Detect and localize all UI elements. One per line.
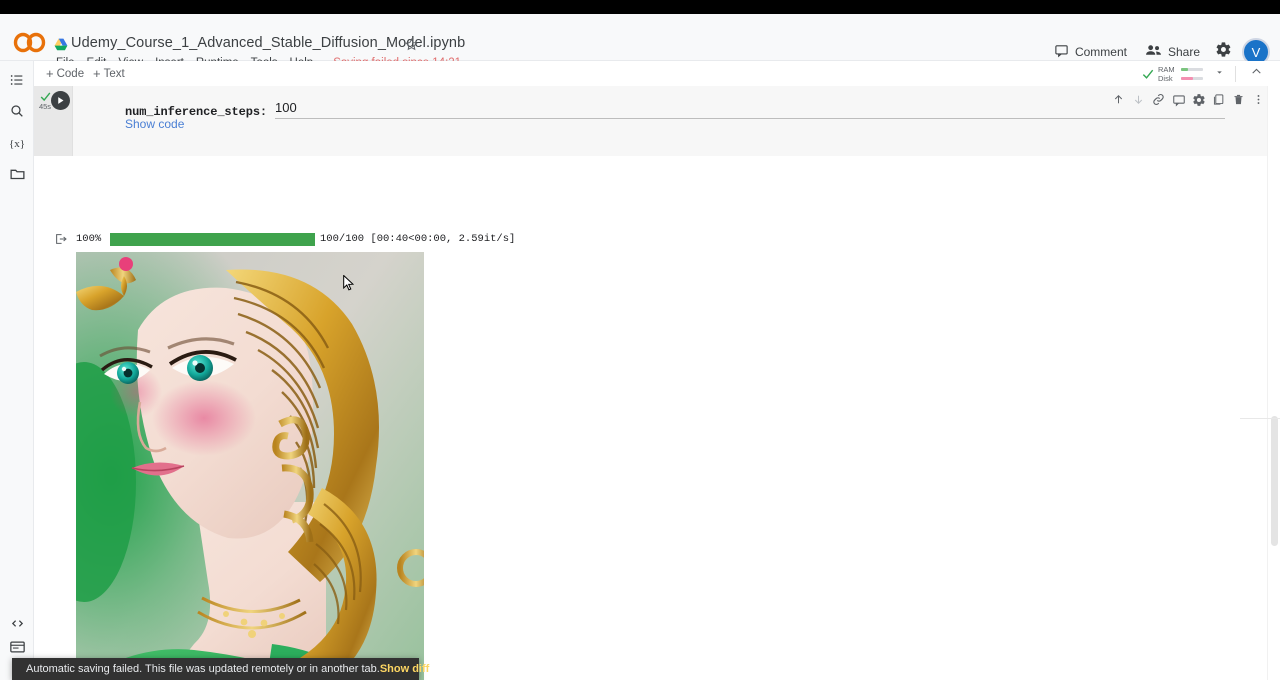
resource-gauges: RAM Disk bbox=[1158, 66, 1203, 83]
comment-label: Comment bbox=[1075, 45, 1127, 59]
drive-icon bbox=[54, 38, 68, 51]
terminal-icon bbox=[9, 640, 26, 659]
star-icon[interactable] bbox=[404, 37, 419, 52]
ram-gauge: RAM bbox=[1158, 66, 1203, 74]
generated-image bbox=[76, 252, 424, 680]
people-icon bbox=[1145, 43, 1162, 61]
app-header: Udemy_Course_1_Advanced_Stable_Diffusion… bbox=[0, 14, 1280, 61]
sidebar-item-terminal[interactable] bbox=[7, 639, 27, 659]
green-check-icon bbox=[1141, 67, 1155, 81]
sidebar-item-toc[interactable] bbox=[7, 72, 27, 92]
delete-cell-icon[interactable] bbox=[1229, 90, 1248, 109]
notebook-canvas: 45s num_inference_steps: Show code bbox=[34, 86, 1280, 680]
colab-logo[interactable] bbox=[12, 31, 48, 53]
sidebar-item-files[interactable] bbox=[7, 166, 27, 186]
run-cell-button[interactable] bbox=[51, 91, 70, 110]
variables-icon: {x} bbox=[9, 138, 25, 150]
left-sidebar: {x} bbox=[0, 61, 34, 680]
ram-label: RAM bbox=[1158, 66, 1176, 74]
list-icon bbox=[9, 72, 25, 93]
code-cell: 45s num_inference_steps: Show code bbox=[34, 86, 1280, 156]
play-icon bbox=[56, 92, 65, 110]
add-text-cell-button[interactable]: + Text bbox=[88, 65, 130, 82]
progress-percent: 100% bbox=[76, 233, 110, 245]
comment-icon[interactable] bbox=[1169, 90, 1188, 109]
add-code-label: Code bbox=[57, 68, 85, 80]
more-options-icon[interactable] bbox=[1249, 90, 1268, 109]
code-brackets-icon bbox=[9, 616, 26, 636]
save-failed-toast: Automatic saving failed. This file was u… bbox=[12, 658, 419, 680]
folder-icon bbox=[9, 165, 26, 187]
move-cell-down-icon[interactable] bbox=[1129, 90, 1148, 109]
output-arrow-icon bbox=[54, 232, 68, 246]
scroll-divider bbox=[1240, 418, 1280, 419]
execution-time: 45s bbox=[39, 102, 51, 111]
plus-icon: + bbox=[46, 67, 54, 80]
colab-app: Udemy_Course_1_Advanced_Stable_Diffusion… bbox=[0, 0, 1280, 680]
copy-icon[interactable] bbox=[1209, 90, 1228, 109]
browser-chrome-strip bbox=[0, 0, 1280, 14]
show-diff-button[interactable]: Show diff bbox=[380, 663, 430, 675]
disk-label: Disk bbox=[1158, 75, 1176, 83]
chevron-down-icon bbox=[1214, 65, 1225, 83]
toast-message: Automatic saving failed. This file was u… bbox=[26, 663, 380, 675]
cell-toolbar bbox=[1109, 90, 1268, 109]
move-cell-up-icon[interactable] bbox=[1109, 90, 1128, 109]
progress-bar-row: 100% 100/100 [00:40<00:00, 2.59it/s] bbox=[76, 232, 515, 246]
runtime-status-cluster[interactable]: RAM Disk bbox=[1141, 63, 1266, 85]
gear-icon bbox=[1215, 41, 1232, 63]
form-input-wrapper bbox=[275, 99, 1225, 119]
ram-bar bbox=[1181, 68, 1203, 71]
progress-bar bbox=[110, 233, 315, 246]
cell-gutter: 45s bbox=[34, 86, 72, 156]
add-text-label: Text bbox=[104, 68, 125, 80]
search-icon bbox=[9, 103, 25, 124]
chevron-up-icon bbox=[1250, 65, 1263, 83]
plus-icon: + bbox=[93, 67, 101, 80]
share-label: Share bbox=[1168, 45, 1200, 59]
disk-bar bbox=[1181, 77, 1203, 80]
cell-body: num_inference_steps: Show code bbox=[72, 86, 1280, 156]
sidebar-item-variables[interactable]: {x} bbox=[7, 134, 27, 154]
notebook-toolbar: + Code + Text RAM Disk bbox=[0, 61, 1280, 86]
vertical-scrollbar[interactable] bbox=[1267, 86, 1280, 680]
sidebar-item-search[interactable] bbox=[7, 103, 27, 123]
collapse-toolbar-button[interactable] bbox=[1246, 64, 1266, 84]
add-code-cell-button[interactable]: + Code bbox=[41, 65, 89, 82]
progress-detail: 100/100 [00:40<00:00, 2.59it/s] bbox=[320, 233, 515, 245]
show-code-link[interactable]: Show code bbox=[125, 117, 184, 131]
sidebar-item-snippets[interactable] bbox=[7, 616, 27, 636]
form-field-row: num_inference_steps: bbox=[125, 99, 1225, 119]
cell-settings-icon[interactable] bbox=[1189, 90, 1208, 109]
toolbar-divider bbox=[1235, 66, 1236, 82]
comment-icon bbox=[1054, 43, 1069, 61]
runtime-dropdown-button[interactable] bbox=[1209, 64, 1229, 84]
scrollbar-thumb[interactable] bbox=[1271, 416, 1278, 546]
disk-gauge: Disk bbox=[1158, 75, 1203, 83]
link-icon[interactable] bbox=[1149, 90, 1168, 109]
num-inference-steps-input[interactable] bbox=[275, 100, 1225, 115]
